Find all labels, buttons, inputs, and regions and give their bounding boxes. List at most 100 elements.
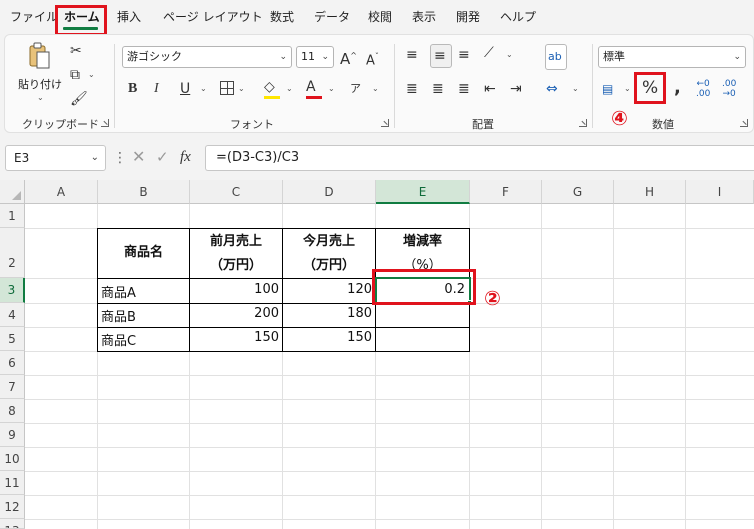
insert-function-icon[interactable]: fx	[180, 148, 191, 166]
column-header-h[interactable]: H	[614, 180, 686, 204]
table-row-b-curr[interactable]: 180	[283, 306, 372, 321]
tab-view[interactable]: 表示	[412, 8, 436, 25]
row-header-13[interactable]: 13	[0, 519, 25, 529]
number-format-combo[interactable]: 標準 ⌄	[598, 46, 746, 68]
select-all-button[interactable]	[0, 180, 25, 204]
column-header-i[interactable]: I	[686, 180, 754, 204]
decrease-indent-icon[interactable]: ⇤	[484, 80, 496, 98]
format-painter-icon[interactable]: 🖌	[70, 90, 88, 108]
phonetic-dropdown-icon[interactable]: ⌄	[372, 84, 379, 93]
paste-dropdown-icon[interactable]: ⌄	[37, 93, 44, 102]
row-header-7[interactable]: 7	[0, 375, 25, 399]
clipboard-launcher-icon[interactable]	[101, 119, 109, 127]
enter-icon[interactable]: ✓	[156, 148, 169, 166]
paste-icon[interactable]	[28, 42, 50, 70]
step2-callout: ②	[484, 286, 501, 310]
merge-center-icon[interactable]: ⇔	[546, 80, 558, 98]
font-color-icon[interactable]: A	[306, 78, 316, 96]
tab-review[interactable]: 校閲	[368, 8, 392, 25]
copy-icon[interactable]: ⧉	[70, 66, 80, 84]
table-row-c-prev[interactable]: 150	[190, 330, 279, 345]
increase-decimal-icon[interactable]: ←0.00	[696, 79, 710, 99]
copy-dropdown-icon[interactable]: ⌄	[88, 70, 95, 79]
increase-indent-icon[interactable]: ⇥	[510, 80, 522, 98]
alignment-launcher-icon[interactable]	[579, 119, 587, 127]
row-header-2[interactable]: 2	[0, 228, 25, 278]
font-name-combo[interactable]: 游ゴシック ⌄	[122, 46, 292, 68]
align-left-icon[interactable]: ≣	[406, 80, 418, 98]
table-row-c-curr[interactable]: 150	[283, 330, 372, 345]
align-middle-button[interactable]: ≡	[430, 44, 452, 68]
column-header-g[interactable]: G	[542, 180, 614, 204]
formula-input[interactable]: =(D3-C3)/C3	[205, 145, 754, 171]
fill-color-dropdown-icon[interactable]: ⌄	[286, 84, 293, 93]
align-right-icon[interactable]: ≣	[458, 80, 470, 98]
row-header-9[interactable]: 9	[0, 423, 25, 447]
accounting-dropdown-icon[interactable]: ⌄	[624, 84, 631, 93]
accounting-format-icon[interactable]: ▤	[602, 80, 613, 98]
row-header-8[interactable]: 8	[0, 399, 25, 423]
wrap-text-icon: ab	[548, 50, 562, 63]
tab-page-layout[interactable]: ページ レイアウト	[163, 8, 263, 25]
tab-formulas[interactable]: 数式	[270, 8, 294, 25]
column-header-d[interactable]: D	[283, 180, 376, 204]
align-center-icon[interactable]: ≣	[432, 80, 444, 98]
row-header-4[interactable]: 4	[0, 303, 25, 327]
borders-dropdown-icon[interactable]: ⌄	[238, 84, 245, 93]
column-header-b[interactable]: B	[98, 180, 190, 204]
orientation-icon[interactable]: ⟋	[484, 44, 494, 62]
table-row-b-name[interactable]: 商品B	[101, 306, 136, 325]
row-header-3[interactable]: 3	[0, 278, 25, 303]
orientation-dropdown-icon[interactable]: ⌄	[506, 50, 513, 59]
row-header-11[interactable]: 11	[0, 471, 25, 495]
table-row-a-curr[interactable]: 120	[283, 282, 372, 297]
tab-data[interactable]: データ	[314, 8, 350, 25]
more-options-icon[interactable]: ⋮	[113, 149, 127, 167]
gridline	[613, 204, 614, 529]
table-row-a-name[interactable]: 商品A	[101, 282, 136, 301]
align-bottom-icon[interactable]: ≡	[458, 46, 470, 64]
bold-icon[interactable]: B	[128, 80, 137, 98]
underline-icon[interactable]: U	[180, 80, 190, 98]
gridline	[25, 495, 754, 496]
column-header-e[interactable]: E	[376, 180, 470, 204]
italic-icon[interactable]: I	[154, 80, 159, 98]
merge-dropdown-icon[interactable]: ⌄	[572, 84, 579, 93]
font-size-combo[interactable]: 11 ⌄	[296, 46, 334, 68]
decrease-decimal-icon[interactable]: .00 →0	[722, 79, 736, 99]
decrease-font-size-icon[interactable]: Aˇ	[366, 48, 379, 70]
table-row-c-name[interactable]: 商品C	[101, 330, 136, 349]
cut-icon[interactable]: ✂	[70, 42, 82, 60]
wrap-text-button[interactable]: ab	[545, 44, 567, 70]
borders-icon[interactable]	[220, 81, 234, 95]
increase-font-size-icon[interactable]: A^	[340, 47, 357, 68]
tab-insert[interactable]: 挿入	[117, 8, 141, 25]
table-row-b-prev[interactable]: 200	[190, 306, 279, 321]
tab-developer[interactable]: 開発	[456, 8, 480, 25]
header-change-rate-line1: 増減率	[402, 234, 442, 249]
font-color-dropdown-icon[interactable]: ⌄	[328, 84, 335, 93]
phonetic-icon[interactable]: ア	[350, 80, 361, 98]
cancel-icon[interactable]: ✕	[132, 148, 145, 166]
number-launcher-icon[interactable]	[740, 119, 748, 127]
column-header-a[interactable]: A	[25, 180, 98, 204]
row-header-6[interactable]: 6	[0, 351, 25, 375]
column-header-f[interactable]: F	[470, 180, 542, 204]
align-middle-icon: ≡	[434, 48, 446, 64]
row-header-1[interactable]: 1	[0, 204, 25, 228]
paste-button[interactable]: 貼り付け	[18, 76, 62, 92]
row-header-5[interactable]: 5	[0, 327, 25, 351]
name-box[interactable]: E3 ⌄	[5, 145, 106, 171]
comma-style-icon[interactable]: ,	[674, 79, 681, 97]
align-top-icon[interactable]: ≡	[406, 46, 418, 64]
row-header-12[interactable]: 12	[0, 495, 25, 519]
fill-color-swatch	[264, 96, 280, 99]
row-header-10[interactable]: 10	[0, 447, 25, 471]
table-row-a-prev[interactable]: 100	[190, 282, 279, 297]
tab-help[interactable]: ヘルプ	[500, 8, 536, 25]
tab-file[interactable]: ファイル	[10, 8, 58, 25]
font-launcher-icon[interactable]	[381, 119, 389, 127]
fill-color-icon[interactable]: ◇	[264, 78, 275, 96]
underline-dropdown-icon[interactable]: ⌄	[200, 84, 207, 93]
column-header-c[interactable]: C	[190, 180, 283, 204]
